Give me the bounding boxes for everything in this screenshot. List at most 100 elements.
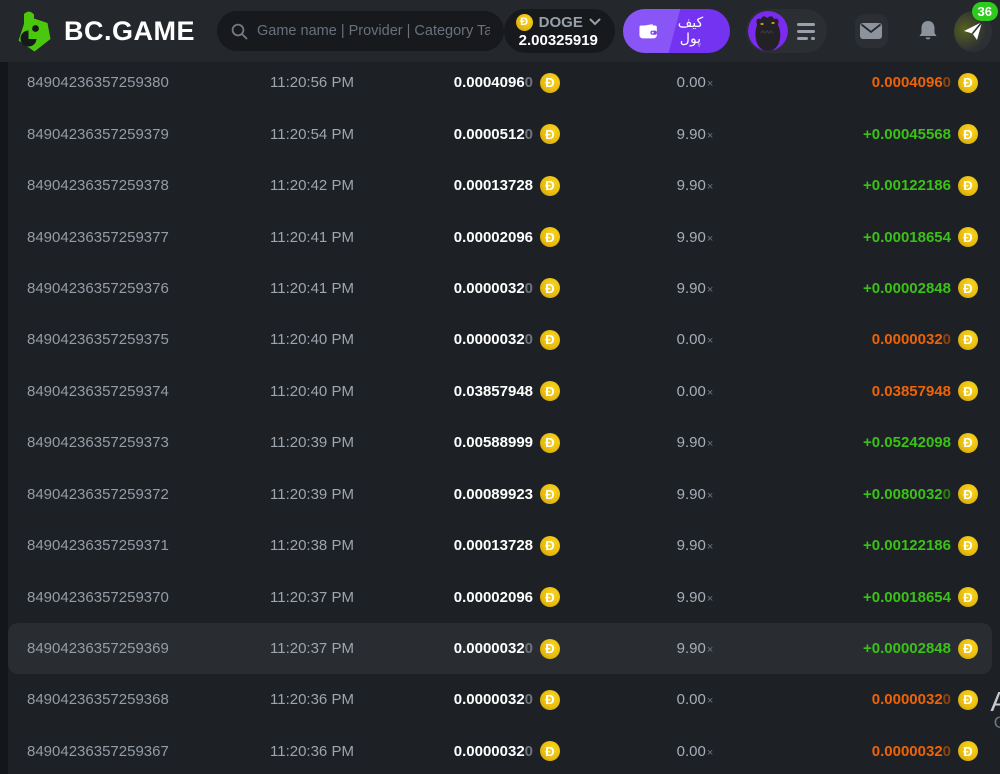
bet-time: 11:20:39 PM	[270, 486, 385, 503]
doge-coin-icon: Ð	[540, 73, 560, 93]
doge-coin-icon: Ð	[958, 381, 978, 401]
bet-time: 11:20:36 PM	[270, 691, 385, 708]
bet-amount: 0.00013728 Ð	[385, 176, 560, 196]
bet-time: 11:20:37 PM	[270, 589, 385, 606]
doge-coin-icon: Ð	[958, 124, 978, 144]
bet-amount: 0.00000320 Ð	[385, 330, 560, 350]
table-row[interactable]: 84904236357259368 11:20:36 PM 0.00000320…	[0, 674, 1000, 725]
table-row[interactable]: 84904236357259374 11:20:40 PM 0.03857948…	[0, 366, 1000, 417]
menu-icon[interactable]	[797, 23, 815, 40]
table-row[interactable]: 84904236357259370 11:20:37 PM 0.00002096…	[0, 571, 1000, 622]
table-row[interactable]: 84904236357259369 11:20:37 PM 0.00000320…	[8, 623, 992, 674]
bet-amount: 0.03857948 Ð	[385, 381, 560, 401]
bet-multiplier: 9.90×	[560, 486, 830, 503]
bet-id: 84904236357259368	[27, 691, 270, 708]
bet-multiplier: 9.90×	[560, 537, 830, 554]
bet-id: 84904236357259380	[27, 74, 270, 91]
table-row[interactable]: 84904236357259380 11:20:56 PM 0.00040960…	[0, 57, 1000, 108]
chat-unread-badge: 36	[972, 2, 998, 21]
bet-id: 84904236357259374	[27, 383, 270, 400]
bet-amount: 0.00089923 Ð	[385, 484, 560, 504]
bet-id: 84904236357259367	[27, 743, 270, 760]
table-row[interactable]: 84904236357259371 11:20:38 PM 0.00013728…	[0, 520, 1000, 571]
doge-coin-icon: Ð	[540, 484, 560, 504]
search-input[interactable]	[257, 23, 490, 39]
bcgame-logo-icon	[14, 9, 54, 53]
table-row[interactable]: 84904236357259373 11:20:39 PM 0.00588999…	[0, 417, 1000, 468]
table-row[interactable]: 84904236357259376 11:20:41 PM 0.00000320…	[0, 263, 1000, 314]
doge-coin-icon: Ð	[540, 639, 560, 659]
game-search-bar[interactable]	[217, 11, 504, 51]
wallet-button[interactable]: کیف پول	[623, 9, 730, 53]
bet-time: 11:20:54 PM	[270, 126, 385, 143]
bet-payout: +0.00122186 Ð	[830, 536, 978, 556]
bet-payout: +0.00018654 Ð	[830, 587, 978, 607]
doge-coin-icon: Ð	[958, 639, 978, 659]
doge-coin-icon: Ð	[540, 741, 560, 761]
bet-multiplier: 0.00×	[560, 383, 830, 400]
bet-multiplier: 0.00×	[560, 743, 830, 760]
bet-payout: +0.05242098 Ð	[830, 433, 978, 453]
table-row[interactable]: 84904236357259377 11:20:41 PM 0.00002096…	[0, 211, 1000, 262]
bet-id: 84904236357259378	[27, 177, 270, 194]
table-row[interactable]: 84904236357259372 11:20:39 PM 0.00089923…	[0, 469, 1000, 520]
bet-time: 11:20:39 PM	[270, 434, 385, 451]
bet-table: 84904236357259380 11:20:56 PM 0.00040960…	[0, 57, 1000, 774]
bet-multiplier: 0.00×	[560, 331, 830, 348]
messages-button[interactable]	[855, 14, 888, 48]
bet-id: 84904236357259370	[27, 589, 270, 606]
bet-payout: 0.00040960 Ð	[830, 73, 978, 93]
profile-pill	[746, 9, 827, 53]
bet-amount: 0.00005120 Ð	[385, 124, 560, 144]
doge-coin-icon: Ð	[540, 227, 560, 247]
doge-coin-icon: Ð	[540, 381, 560, 401]
notifications-button[interactable]	[918, 20, 938, 42]
header-right-cluster: Ð DOGE 2.00325919 کیف پول	[504, 9, 992, 53]
clipped-text-fragment-small: G	[994, 713, 1000, 733]
top-header: BC.GAME Ð DOGE 2.00325919	[0, 0, 1000, 62]
bet-time: 11:20:40 PM	[270, 331, 385, 348]
doge-coin-icon: Ð	[958, 484, 978, 504]
search-icon	[231, 23, 248, 40]
brand-title: BC.GAME	[64, 16, 195, 47]
bet-payout: +0.00800320 Ð	[830, 484, 978, 504]
avatar[interactable]	[748, 11, 788, 51]
currency-code: DOGE	[539, 14, 583, 31]
bet-payout: 0.03857948 Ð	[830, 381, 978, 401]
doge-coin-icon: Ð	[958, 176, 978, 196]
bet-payout: 0.00000320 Ð	[830, 741, 978, 761]
bet-multiplier: 9.90×	[560, 589, 830, 606]
bet-id: 84904236357259379	[27, 126, 270, 143]
table-row[interactable]: 84904236357259378 11:20:42 PM 0.00013728…	[0, 160, 1000, 211]
bet-multiplier: 0.00×	[560, 74, 830, 91]
table-row[interactable]: 84904236357259375 11:20:40 PM 0.00000320…	[0, 314, 1000, 365]
doge-coin-icon: Ð	[540, 278, 560, 298]
bet-amount: 0.00002096 Ð	[385, 587, 560, 607]
bet-multiplier: 9.90×	[560, 434, 830, 451]
table-row[interactable]: 84904236357259367 11:20:36 PM 0.00000320…	[0, 726, 1000, 774]
doge-coin-icon: Ð	[540, 690, 560, 710]
currency-balance: 2.00325919	[516, 32, 601, 49]
doge-coin-icon: Ð	[540, 587, 560, 607]
bet-payout: 0.00000320 Ð	[830, 690, 978, 710]
bet-amount: 0.00000320 Ð	[385, 639, 560, 659]
bet-multiplier: 9.90×	[560, 640, 830, 657]
bet-time: 11:20:56 PM	[270, 74, 385, 91]
bet-multiplier: 9.90×	[560, 280, 830, 297]
doge-coin-icon: Ð	[958, 330, 978, 350]
bet-payout: +0.00002848 Ð	[830, 639, 978, 659]
bet-time: 11:20:41 PM	[270, 280, 385, 297]
bet-id: 84904236357259377	[27, 229, 270, 246]
doge-coin-icon: Ð	[540, 536, 560, 556]
bet-time: 11:20:42 PM	[270, 177, 385, 194]
bet-payout: 0.00000320 Ð	[830, 330, 978, 350]
bet-multiplier: 9.90×	[560, 126, 830, 143]
brand-logo[interactable]: BC.GAME	[14, 9, 195, 53]
doge-coin-icon: Ð	[540, 330, 560, 350]
bet-payout: +0.00018654 Ð	[830, 227, 978, 247]
bet-amount: 0.00002096 Ð	[385, 227, 560, 247]
chat-button[interactable]: 36	[954, 11, 992, 52]
doge-coin-icon: Ð	[540, 433, 560, 453]
currency-selector[interactable]: Ð DOGE 2.00325919	[504, 9, 615, 53]
table-row[interactable]: 84904236357259379 11:20:54 PM 0.00005120…	[0, 108, 1000, 159]
